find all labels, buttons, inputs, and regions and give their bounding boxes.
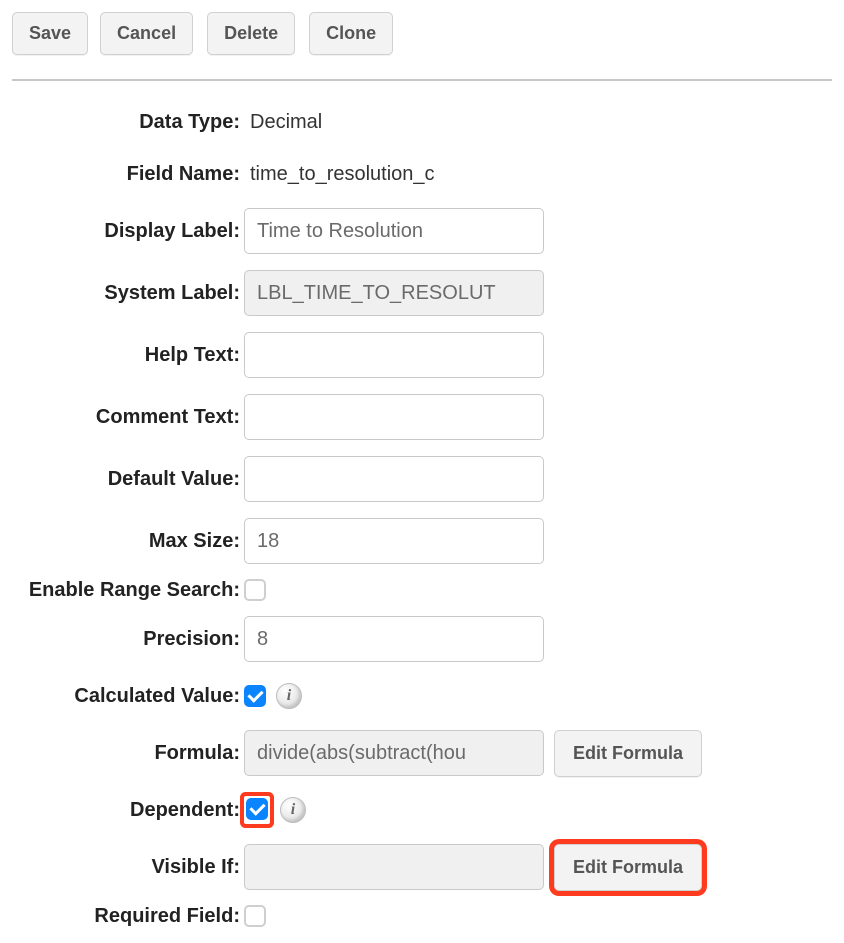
range-search-checkbox[interactable] xyxy=(244,579,266,601)
comment-text-input[interactable] xyxy=(244,394,544,440)
dependent-checkbox[interactable] xyxy=(246,798,268,820)
info-icon[interactable]: i xyxy=(280,797,306,823)
max-size-label: Max Size: xyxy=(12,530,244,553)
dependent-label: Dependent: xyxy=(12,799,244,822)
edit-formula-button[interactable]: Edit Formula xyxy=(554,730,702,777)
default-value-label: Default Value: xyxy=(12,468,244,491)
field-edit-form: Data Type: Decimal Field Name: time_to_r… xyxy=(12,99,832,931)
range-search-label: Enable Range Search: xyxy=(12,579,244,602)
visible-if-label: Visible If: xyxy=(12,856,244,879)
delete-button[interactable]: Delete xyxy=(207,12,295,55)
precision-input[interactable] xyxy=(244,616,544,662)
formula-input[interactable] xyxy=(244,730,544,776)
required-field-label: Required Field: xyxy=(12,905,244,928)
system-label-input[interactable] xyxy=(244,270,544,316)
data-type-value: Decimal xyxy=(244,111,322,134)
required-field-checkbox[interactable] xyxy=(244,905,266,927)
divider xyxy=(12,79,832,81)
default-value-input[interactable] xyxy=(244,456,544,502)
precision-label: Precision: xyxy=(12,628,244,651)
max-size-input[interactable] xyxy=(244,518,544,564)
visible-if-input[interactable] xyxy=(244,844,544,890)
data-type-label: Data Type: xyxy=(12,111,244,134)
comment-text-label: Comment Text: xyxy=(12,406,244,429)
calculated-checkbox[interactable] xyxy=(244,685,266,707)
display-label-input[interactable] xyxy=(244,208,544,254)
clone-button[interactable]: Clone xyxy=(309,12,393,55)
field-name-value: time_to_resolution_c xyxy=(244,163,435,186)
save-button[interactable]: Save xyxy=(12,12,88,55)
help-text-label: Help Text: xyxy=(12,344,244,367)
cancel-button[interactable]: Cancel xyxy=(100,12,193,55)
edit-visible-formula-button[interactable]: Edit Formula xyxy=(554,844,702,891)
system-label-label: System Label: xyxy=(12,282,244,305)
display-label-label: Display Label: xyxy=(12,220,244,243)
formula-label: Formula: xyxy=(12,742,244,765)
info-icon[interactable]: i xyxy=(276,683,302,709)
field-name-label: Field Name: xyxy=(12,163,244,186)
help-text-input[interactable] xyxy=(244,332,544,378)
calculated-label: Calculated Value: xyxy=(12,685,244,708)
